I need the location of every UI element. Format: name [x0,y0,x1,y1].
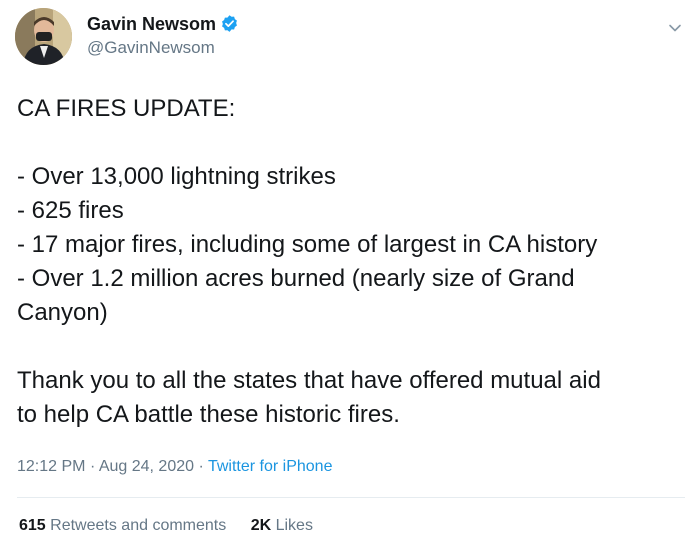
likes-label: Likes [275,517,313,534]
tweet-line: Canyon) [17,299,108,326]
retweets-label: Retweets and comments [50,517,227,534]
meta-separator: · [89,458,96,475]
likes-count: 2K [250,517,272,534]
meta-separator: · [198,458,204,475]
tweet-meta: 12:12 PM · Aug 24, 2020 · Twitter for iP… [17,456,332,478]
tweet-stats: 615 Retweets and comments 2K Likes [19,515,313,537]
avatar[interactable] [15,8,72,65]
tweet-line: to help CA battle these historic fires. [17,401,400,428]
retweets-count: 615 [19,517,46,534]
tweet-line: - Over 13,000 lightning strikes [17,163,336,190]
tweet-line: CA FIRES UPDATE: [17,95,236,122]
tweet-card: Gavin Newsom @GavinNewsom CA FIRES UPDAT… [0,0,700,548]
author-name-text: Gavin Newsom [87,14,217,34]
tweet-text: CA FIRES UPDATE: - Over 13,000 lightning… [17,92,687,432]
author-name[interactable]: Gavin Newsom [87,13,239,38]
verified-badge-icon [220,14,239,38]
likes-stat[interactable]: 2K Likes [251,517,313,534]
chevron-down-icon[interactable] [665,18,685,38]
divider [17,497,685,498]
tweet-time[interactable]: 12:12 PM [17,458,85,475]
tweet-line: Thank you to all the states that have of… [17,367,601,394]
retweets-stat[interactable]: 615 Retweets and comments [19,517,226,534]
tweet-line: - 17 major fires, including some of larg… [17,231,598,258]
tweet-line: - Over 1.2 million acres burned (nearly … [17,265,575,292]
tweet-line: - 625 fires [17,197,124,224]
tweet-date[interactable]: Aug 24, 2020 [99,458,194,475]
author-handle[interactable]: @GavinNewsom [87,37,215,59]
tweet-source-link[interactable]: Twitter for iPhone [208,458,333,475]
